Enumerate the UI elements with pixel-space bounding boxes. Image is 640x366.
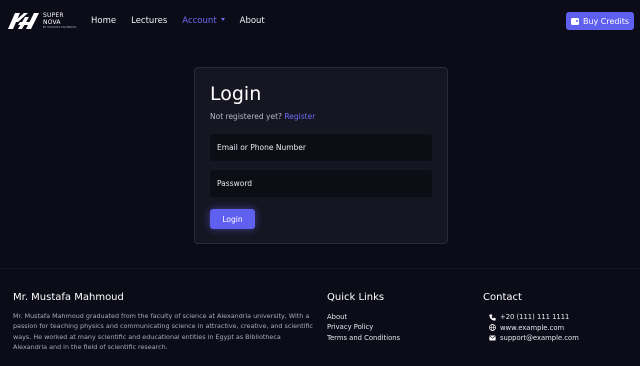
contact-phone[interactable]: +20 (111) 111 1111: [488, 312, 579, 322]
contact-email[interactable]: support@example.com: [488, 333, 579, 343]
brand-line1: SUPER: [43, 12, 64, 19]
buy-credits-button[interactable]: Buy Credits: [566, 12, 634, 30]
chevron-down-icon: [220, 18, 225, 21]
brand-logo[interactable]: SUPER NOVA BY MUSTAFA MAHMOUD: [8, 11, 76, 31]
register-link[interactable]: Register: [284, 112, 315, 121]
brand-line2: NOVA: [43, 19, 61, 26]
not-registered-text: Not registered yet?: [210, 112, 283, 121]
footer-links-title: Quick Links: [327, 292, 385, 303]
contact-website-text: www.example.com: [500, 323, 565, 332]
envelope-icon: [488, 334, 496, 342]
footer-contact-title: Contact: [483, 292, 522, 303]
footer-link-about[interactable]: About: [327, 312, 400, 322]
footer-contact-list: +20 (111) 111 1111 www.example.com suppo…: [488, 312, 579, 343]
buy-credits-label: Buy Credits: [582, 16, 630, 26]
nav-home[interactable]: Home: [91, 16, 116, 26]
navbar: SUPER NOVA BY MUSTAFA MAHMOUD Home Lectu…: [0, 0, 640, 42]
phone-icon: [488, 313, 496, 321]
footer-link-terms[interactable]: Terms and Conditions: [327, 333, 400, 343]
footer-divider: [0, 268, 640, 269]
nav-about[interactable]: About: [240, 16, 265, 26]
footer-link-privacy[interactable]: Privacy Policy: [327, 322, 400, 332]
login-title: Login: [210, 83, 262, 105]
nav-links: Home Lectures Account About: [91, 0, 280, 42]
brand-text: SUPER NOVA BY MUSTAFA MAHMOUD: [43, 12, 76, 30]
login-button[interactable]: Login: [210, 209, 255, 229]
password-input[interactable]: [210, 170, 432, 197]
supernova-logo-icon: [8, 13, 39, 29]
footer-quick-links: About Privacy Policy Terms and Condition…: [327, 312, 400, 343]
email-phone-input[interactable]: [210, 134, 432, 161]
globe-icon: [488, 324, 496, 332]
nav-account-label: Account: [182, 16, 217, 26]
brand-tagline: BY MUSTAFA MAHMOUD: [43, 26, 77, 29]
contact-phone-text: +20 (111) 111 1111: [500, 313, 570, 322]
wallet-icon: [570, 17, 579, 25]
register-prompt: Not registered yet? Register: [210, 112, 315, 121]
nav-lectures[interactable]: Lectures: [131, 16, 167, 26]
login-card: Login Not registered yet? Register Login: [194, 67, 448, 244]
footer-about-text: Mr. Mustafa Mahmoud graduated from the f…: [13, 312, 313, 351]
nav-account-dropdown[interactable]: Account: [182, 16, 225, 26]
contact-email-text: support@example.com: [500, 333, 579, 342]
contact-website[interactable]: www.example.com: [488, 322, 579, 332]
footer-about-title: Mr. Mustafa Mahmoud: [13, 292, 124, 303]
